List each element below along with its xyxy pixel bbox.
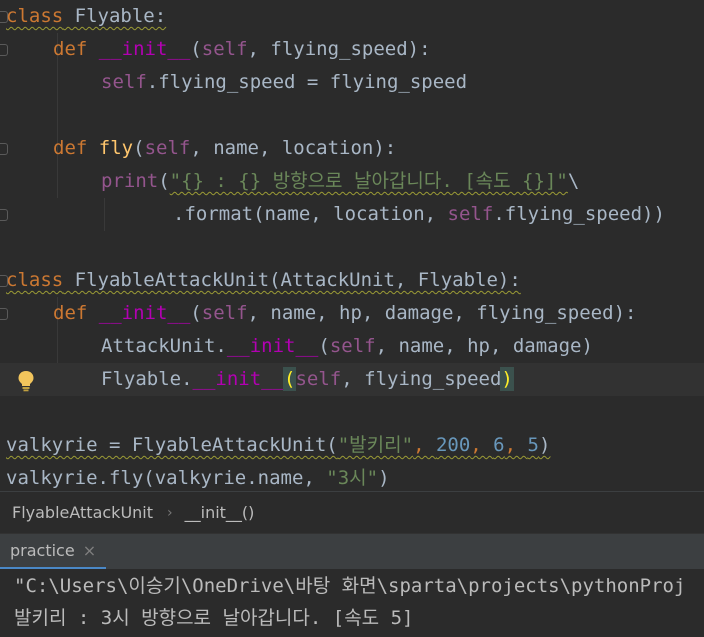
breadcrumb: FlyableAttackUnit › __init__() [0, 491, 704, 533]
lightbulb-icon[interactable] [17, 370, 35, 392]
code-line[interactable]: AttackUnit.__init__(self, name, hp, dama… [0, 330, 704, 363]
paren: ( [158, 170, 170, 192]
keyword: def [53, 302, 88, 324]
run-tool-window-tabs: practice × [0, 533, 704, 570]
paren: ( [318, 335, 330, 357]
self-keyword: self [329, 335, 376, 357]
paren: ) [538, 434, 551, 456]
breadcrumb-item-class[interactable]: FlyableAttackUnit [0, 503, 153, 522]
keyword: class [6, 269, 64, 291]
code-line[interactable]: self.flying_speed = flying_speed [0, 66, 704, 99]
code-line[interactable]: .format(name, location, self.flying_spee… [0, 198, 704, 231]
builtin-function: print [101, 170, 159, 192]
self-keyword: self [101, 71, 147, 93]
string-literal: "발키리" [337, 434, 414, 456]
string-literal: "{} : {} 방향으로 날아갑니다. [속도 {}]" [169, 170, 568, 192]
close-icon[interactable]: × [83, 541, 96, 560]
self-keyword: self [447, 203, 494, 225]
code-line[interactable]: class FlyableAttackUnit(AttackUnit, Flya… [0, 264, 704, 297]
code-line[interactable]: valkyrie.fly(valkyrie.name, "3시") [0, 462, 704, 491]
code-text: , flying_speed [341, 368, 502, 390]
code-text: , flying_speed): [247, 38, 431, 60]
code-line[interactable]: print("{} : {} 방향으로 날아갑니다. [속도 {}]"\ [0, 165, 704, 198]
code-line[interactable]: class Flyable: [0, 0, 704, 33]
code-text: Flyable. [101, 368, 193, 390]
number-literal: 200 [435, 434, 471, 456]
code-line[interactable]: def __init__(self, flying_speed): [0, 33, 704, 66]
method-name: __init__ [98, 302, 191, 324]
string-literal: "3시" [326, 467, 379, 489]
console-line: "C:\Users\이승기\OneDrive\바탕 화면\sparta\proj… [14, 575, 686, 597]
matched-paren: ( [282, 367, 297, 391]
tab-practice[interactable]: practice × [0, 534, 107, 570]
code-text: .format(name, location, [173, 203, 448, 225]
class-name: Flyable: [63, 5, 167, 27]
code-line[interactable]: valkyrie = FlyableAttackUnit("발키리", 200,… [0, 429, 704, 462]
code-line-current[interactable]: Flyable.__init__(self, flying_speed) [0, 363, 704, 396]
paren: ) [378, 467, 390, 489]
keyword: def [53, 38, 88, 60]
keyword: def [53, 137, 88, 159]
number-literal: 5 [527, 434, 539, 456]
self-keyword: self [295, 368, 342, 390]
code-text: valkyrie.fly(valkyrie.name, [6, 467, 327, 489]
self-keyword: self [201, 302, 248, 324]
code-line[interactable]: def __init__(self, name, hp, damage, fly… [0, 297, 704, 330]
class-name: FlyableAttackUnit(AttackUnit, Flyable): [63, 269, 521, 291]
code-editor[interactable]: class Flyable: def __init__(self, flying… [0, 0, 704, 491]
comma: , [413, 434, 436, 456]
code-text: AttackUnit. [101, 335, 227, 357]
self-keyword: self [201, 38, 248, 60]
paren: ( [190, 38, 202, 60]
comma: , [470, 434, 494, 456]
console-line: 발키리 : 3시 방향으로 날아갑니다. [속도 5] [14, 607, 414, 629]
method-name: __init__ [226, 335, 319, 357]
number-literal: 6 [493, 434, 505, 456]
matched-paren: ) [500, 367, 514, 391]
code-line[interactable]: def fly(self, name, location): [0, 132, 704, 165]
code-text: .flying_speed = flying_speed [146, 71, 468, 93]
code-text: , name, hp, damage) [375, 335, 593, 357]
line-continuation: \ [567, 170, 580, 192]
run-console[interactable]: "C:\Users\이승기\OneDrive\바탕 화면\sparta\proj… [0, 569, 704, 637]
code-text: , name, hp, damage, flying_speed): [247, 302, 637, 324]
code-text: valkyrie = FlyableAttackUnit( [6, 434, 338, 456]
chevron-right-icon: › [167, 504, 173, 521]
paren: ( [133, 137, 145, 159]
self-keyword: self [144, 137, 191, 159]
code-text: .flying_speed)) [493, 203, 665, 225]
comma: , [504, 434, 528, 456]
keyword: class [6, 5, 64, 27]
paren: ( [190, 302, 202, 324]
method-name: __init__ [98, 38, 191, 60]
breadcrumb-item-method[interactable]: __init__() [173, 503, 255, 522]
method-name: fly [98, 137, 134, 159]
code-text: , name, location): [190, 137, 397, 159]
method-name: __init__ [192, 368, 285, 390]
tab-label: practice [10, 541, 75, 560]
